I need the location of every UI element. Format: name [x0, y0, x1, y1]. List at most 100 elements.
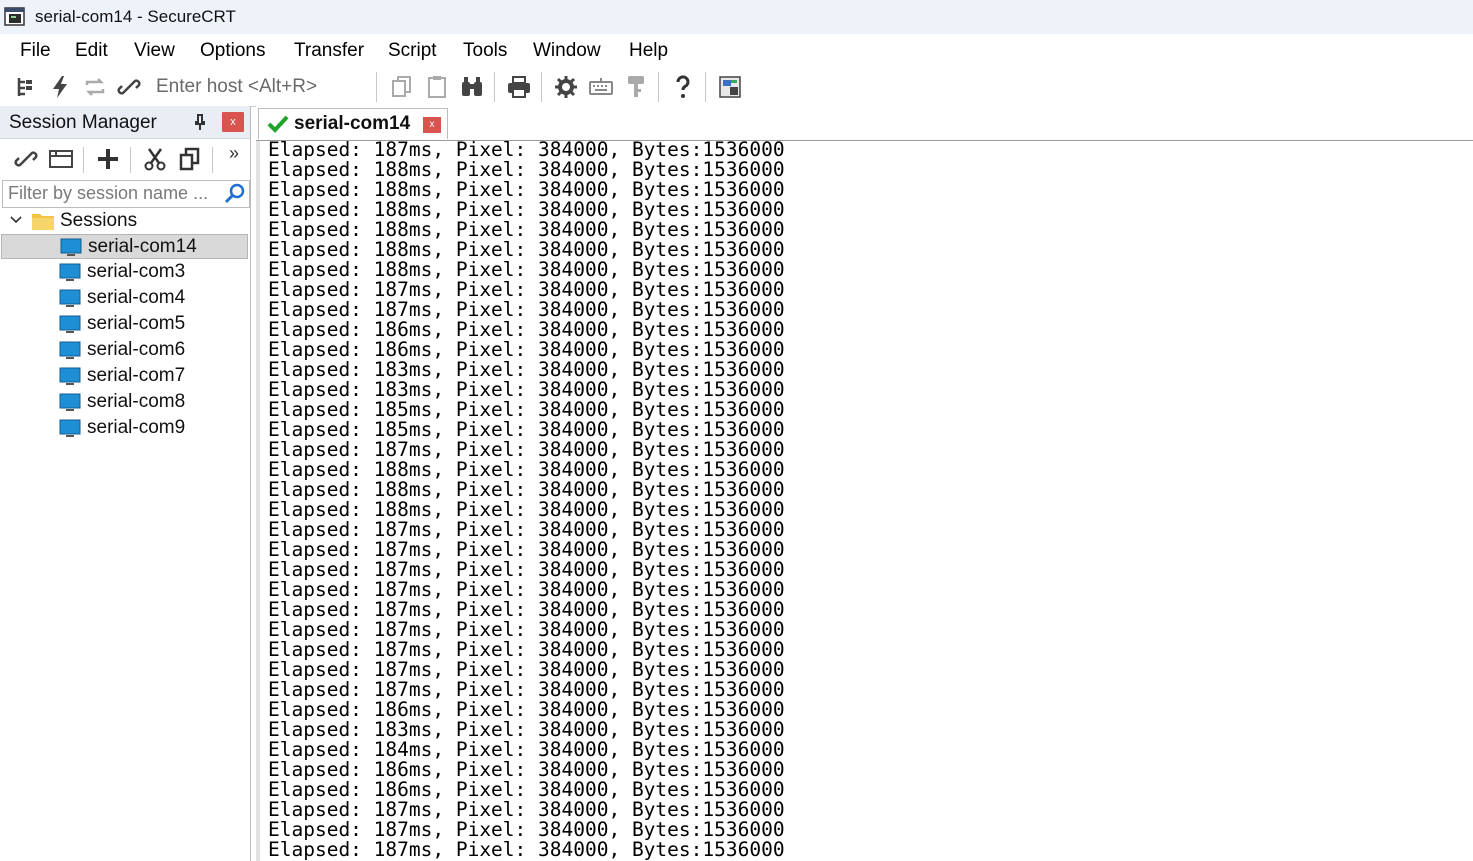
terminal-line: Elapsed: 188ms, Pixel: 384000, Bytes:153… — [268, 458, 785, 481]
refresh-icon — [85, 78, 105, 96]
key-manager-button[interactable] — [621, 71, 651, 103]
session-item-serial-com6[interactable]: serial-com6 — [1, 338, 248, 363]
menu-transfer[interactable]: Transfer — [293, 40, 365, 62]
session-filter-input[interactable] — [5, 181, 221, 205]
terminal-line: Elapsed: 183ms, Pixel: 384000, Bytes:153… — [268, 358, 785, 381]
menu-view[interactable]: View — [133, 40, 176, 62]
host-input[interactable] — [150, 73, 382, 101]
tab-serial-com14[interactable]: serial-com14 x — [258, 108, 448, 139]
help-button[interactable] — [668, 71, 698, 103]
clipboard-icon — [428, 76, 446, 98]
menu-options[interactable]: Options — [199, 40, 266, 62]
terminal-line: Elapsed: 186ms, Pixel: 384000, Bytes:153… — [268, 698, 785, 721]
question-mark-icon — [676, 75, 690, 98]
terminal-line: Elapsed: 187ms, Pixel: 384000, Bytes:153… — [268, 518, 785, 541]
printer-icon — [508, 76, 530, 98]
sm-toolbar-overflow-button[interactable]: » — [229, 143, 239, 164]
session-item-label: serial-com3 — [87, 261, 186, 282]
securecrt-app-icon[interactable] — [4, 6, 26, 28]
terminal-line: Elapsed: 186ms, Pixel: 384000, Bytes:153… — [268, 778, 785, 801]
search-icon[interactable] — [223, 182, 247, 206]
keymap-button[interactable] — [586, 71, 616, 103]
copy-icon — [179, 147, 200, 171]
link-icon — [14, 151, 38, 167]
screen-capture-icon — [719, 76, 741, 98]
session-item-serial-com8[interactable]: serial-com8 — [1, 390, 248, 415]
session-item-serial-com9[interactable]: serial-com9 — [1, 416, 248, 441]
sm-copy-button[interactable] — [175, 144, 205, 174]
terminal-line: Elapsed: 188ms, Pixel: 384000, Bytes:153… — [268, 238, 785, 261]
connect-button[interactable] — [11, 71, 41, 103]
monitor-icon — [59, 367, 81, 385]
tree-folder-label: Sessions — [60, 210, 138, 231]
terminal-line: Elapsed: 187ms, Pixel: 384000, Bytes:153… — [268, 538, 785, 561]
sm-connect-tab-button[interactable] — [46, 144, 76, 174]
terminal-line: Elapsed: 186ms, Pixel: 384000, Bytes:153… — [268, 758, 785, 781]
session-item-serial-com7[interactable]: serial-com7 — [1, 364, 248, 389]
monitor-icon — [59, 393, 81, 411]
session-item-serial-com4[interactable]: serial-com4 — [1, 286, 248, 311]
terminal-line: Elapsed: 187ms, Pixel: 384000, Bytes:153… — [268, 558, 785, 581]
session-tab-strip: serial-com14 x — [256, 106, 1473, 141]
terminal-line: Elapsed: 188ms, Pixel: 384000, Bytes:153… — [268, 258, 785, 281]
screen-capture-button[interactable] — [715, 71, 745, 103]
find-button[interactable] — [457, 71, 487, 103]
terminal-line: Elapsed: 186ms, Pixel: 384000, Bytes:153… — [268, 338, 785, 361]
copy-icon — [392, 76, 411, 97]
menu-edit[interactable]: Edit — [74, 40, 109, 62]
session-item-label: serial-com5 — [87, 313, 186, 334]
menu-bar: File Edit View Options Transfer Script T… — [0, 34, 1473, 69]
toolbar-separator — [541, 72, 542, 102]
tab-label: serial-com14 — [294, 113, 411, 134]
monitor-icon — [59, 419, 81, 437]
session-options-button[interactable] — [551, 71, 581, 103]
terminal-line: Elapsed: 188ms, Pixel: 384000, Bytes:153… — [268, 498, 785, 521]
terminal-line: Elapsed: 187ms, Pixel: 384000, Bytes:153… — [268, 818, 785, 841]
tree-folder-sessions[interactable]: Sessions — [0, 208, 250, 234]
title-bar: serial-com14 - SecureCRT — [0, 0, 1473, 34]
monitor-icon — [59, 289, 81, 307]
paste-button[interactable] — [422, 71, 452, 103]
disconnect-button[interactable] — [114, 71, 144, 103]
toolbar-separator — [130, 147, 131, 173]
chevron-down-icon[interactable] — [8, 212, 24, 228]
menu-script[interactable]: Script — [387, 40, 438, 62]
terminal-line: Elapsed: 185ms, Pixel: 384000, Bytes:153… — [268, 398, 785, 421]
terminal-line: Elapsed: 183ms, Pixel: 384000, Bytes:153… — [268, 718, 785, 741]
monitor-icon — [59, 315, 81, 333]
reconnect-button[interactable] — [80, 71, 110, 103]
terminal-line: Elapsed: 185ms, Pixel: 384000, Bytes:153… — [268, 418, 785, 441]
key-icon — [628, 76, 644, 97]
terminal-line: Elapsed: 184ms, Pixel: 384000, Bytes:153… — [268, 738, 785, 761]
window-title: serial-com14 - SecureCRT — [35, 7, 236, 26]
quick-connect-button[interactable] — [45, 71, 75, 103]
menu-tools[interactable]: Tools — [462, 40, 508, 62]
session-item-label: serial-com9 — [87, 417, 186, 438]
sm-connect-button[interactable] — [11, 144, 41, 174]
session-manager-close-button[interactable]: x — [222, 112, 244, 132]
session-item-serial-com14[interactable]: serial-com14 — [1, 234, 248, 259]
menu-help[interactable]: Help — [628, 40, 669, 62]
pin-icon[interactable] — [191, 113, 209, 131]
session-item-serial-com3[interactable]: serial-com3 — [1, 260, 248, 285]
lightning-icon — [53, 76, 67, 98]
menu-file[interactable]: File — [19, 40, 52, 62]
toolbar-separator — [705, 72, 706, 102]
tab-close-button[interactable]: x — [423, 117, 441, 133]
session-item-serial-com5[interactable]: serial-com5 — [1, 312, 248, 337]
plus-icon — [98, 149, 118, 169]
monitor-icon — [60, 238, 82, 256]
folder-icon — [32, 214, 54, 230]
sm-new-session-button[interactable] — [93, 144, 123, 174]
keyboard-icon — [589, 78, 613, 95]
session-item-label: serial-com14 — [88, 236, 197, 257]
session-filter-box — [2, 180, 250, 208]
copy-button[interactable] — [387, 71, 417, 103]
print-button[interactable] — [504, 71, 534, 103]
terminal-line: Elapsed: 187ms, Pixel: 384000, Bytes:153… — [268, 438, 785, 461]
binoculars-icon — [462, 77, 482, 96]
session-manager-title: Session Manager — [9, 112, 157, 133]
sm-cut-button[interactable] — [140, 144, 170, 174]
terminal-output[interactable]: Elapsed: 187ms, Pixel: 384000, Bytes:153… — [256, 141, 1473, 861]
menu-window[interactable]: Window — [532, 40, 602, 62]
